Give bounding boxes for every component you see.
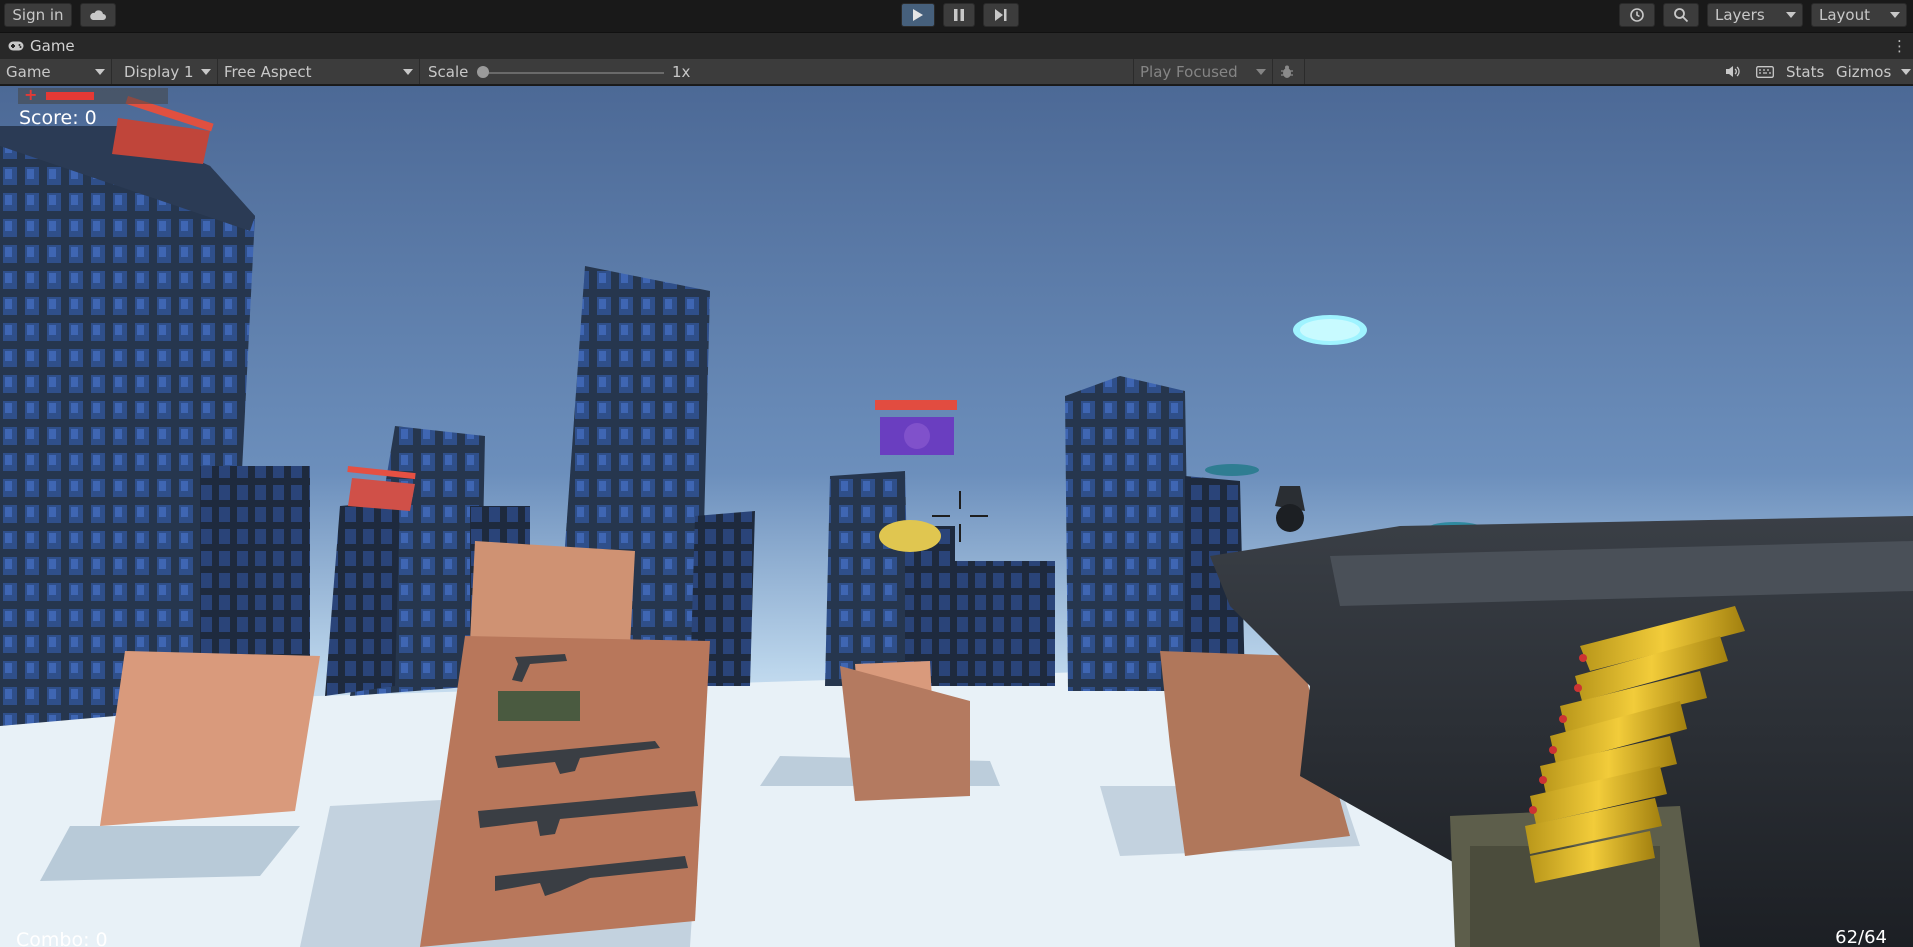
stats-toggle[interactable]: Stats: [1780, 59, 1830, 84]
pause-icon: [954, 9, 964, 21]
main-toolbar: Sign in Layers Layout: [0, 0, 1913, 32]
gizmos-dropdown[interactable]: Gizmos: [1830, 59, 1913, 84]
chevron-down-icon: [1786, 12, 1796, 18]
step-button[interactable]: [983, 3, 1019, 27]
aspect-dropdown[interactable]: Free Aspect: [218, 59, 420, 84]
bug-icon: [1281, 65, 1293, 78]
chevron-down-icon: [403, 69, 413, 75]
layout-dropdown[interactable]: Layout: [1811, 3, 1907, 27]
aspect-label: Free Aspect: [224, 62, 312, 81]
play-mode-dropdown[interactable]: Play Focused: [1133, 59, 1273, 84]
scale-label: Scale: [428, 62, 469, 81]
audio-toggle[interactable]: [1719, 59, 1747, 84]
view-mode-label: Game: [6, 62, 51, 81]
score-label: Score: 0: [19, 107, 97, 129]
view-mode-dropdown[interactable]: Game: [0, 59, 112, 84]
layers-dropdown[interactable]: Layers: [1707, 3, 1803, 27]
game-viewport[interactable]: + Score: 0 Combo: 0 62/64: [0, 86, 1913, 947]
cloud-icon: [90, 10, 106, 20]
health-bar: +: [18, 86, 168, 104]
audio-icon: [1726, 66, 1740, 77]
gamepad-icon: [8, 41, 24, 51]
history-icon: [1630, 8, 1644, 22]
play-button[interactable]: [901, 3, 935, 27]
chevron-down-icon: [1256, 69, 1266, 75]
step-icon: [995, 9, 1007, 21]
ammo-counter: 62/64: [1835, 927, 1887, 947]
scale-value: 1x: [666, 59, 726, 84]
layout-label: Layout: [1819, 6, 1870, 24]
health-icon: +: [24, 86, 38, 104]
history-button[interactable]: [1619, 3, 1655, 27]
chevron-down-icon: [95, 69, 105, 75]
layers-label: Layers: [1715, 6, 1765, 24]
chevron-down-icon: [1890, 12, 1900, 18]
scale-slider-track[interactable]: [484, 72, 664, 74]
game-scene: [0, 86, 1913, 947]
keyboard-icon: [1756, 65, 1774, 78]
game-view-toolbar: Game Display 1 Free Aspect Scale 1x Play…: [0, 59, 1913, 85]
tab-game-label: Game: [30, 37, 75, 55]
gizmos-label: Gizmos: [1836, 62, 1892, 81]
more-options-icon[interactable]: ⋮: [1892, 37, 1907, 55]
search-button[interactable]: [1663, 3, 1699, 27]
pause-button[interactable]: [943, 3, 975, 27]
game-tab-bar: Game ⋮: [0, 32, 1913, 59]
tab-game[interactable]: Game: [0, 33, 110, 59]
scale-slider-handle[interactable]: [477, 66, 489, 78]
display-label: Display 1: [124, 62, 194, 81]
display-dropdown[interactable]: Display 1: [118, 59, 218, 84]
combo-label: Combo: 0: [16, 929, 108, 947]
chevron-down-icon: [1901, 69, 1911, 75]
sign-in-label: Sign in: [12, 6, 64, 24]
chevron-down-icon: [201, 69, 211, 75]
scale-value-label: 1x: [672, 62, 691, 81]
bug-button[interactable]: [1273, 59, 1305, 84]
play-icon: [913, 9, 923, 21]
keyboard-toggle[interactable]: [1750, 59, 1780, 84]
sign-in-button[interactable]: Sign in: [4, 3, 72, 27]
cloud-button[interactable]: [80, 3, 116, 27]
stats-label: Stats: [1786, 62, 1825, 81]
play-mode-label: Play Focused: [1140, 62, 1238, 81]
health-fill: [46, 92, 94, 100]
search-icon: [1674, 8, 1689, 23]
